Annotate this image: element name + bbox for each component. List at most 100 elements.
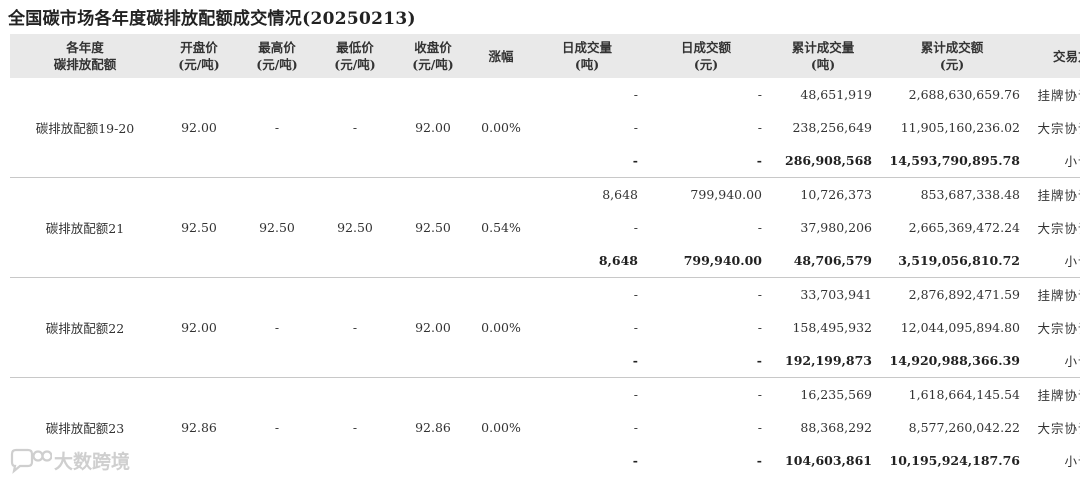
cumulative-amount: 14,920,988,366.39 xyxy=(878,344,1026,378)
cumulative-volume: 48,651,919 xyxy=(800,87,872,102)
quota-name: 碳排放配额22 xyxy=(10,277,160,378)
daily-amount: - xyxy=(644,144,768,178)
daily-volume: - xyxy=(633,120,638,135)
cumulative-volume: 10,726,373 xyxy=(800,187,872,202)
trade-mode: 小计 xyxy=(1026,144,1080,178)
cumulative-volume: 37,980,206 xyxy=(800,220,872,235)
cumulative-amount: 8,577,260,042.22 xyxy=(908,420,1020,435)
daily-amount: - xyxy=(757,87,762,102)
trade-mode: 大宗协议交易 xyxy=(1037,121,1080,136)
table-row: 碳排放配额21 92.50 92.50 92.50 92.50 0.54% 8,… xyxy=(10,177,1080,278)
trade-mode: 大宗协议交易 xyxy=(1037,321,1080,336)
daily-volume: - xyxy=(633,220,638,235)
header-change: 涨幅 xyxy=(472,34,530,78)
cumulative-amount: 2,876,892,471.59 xyxy=(908,287,1020,302)
cumulative-volume: 192,199,873 xyxy=(768,344,878,378)
daily-volume: - xyxy=(633,387,638,402)
high-price: - xyxy=(274,420,280,435)
table-row: 碳排放配额19-20 92.00 - - 92.00 0.00% - - 48,… xyxy=(10,78,1080,178)
open-price: 92.50 xyxy=(160,177,238,278)
header-close-price: 收盘价 (元/吨) xyxy=(394,34,472,78)
daily-volume: - xyxy=(530,344,644,378)
header-trade-mode: 交易方式 xyxy=(1026,34,1080,78)
daily-volume: - xyxy=(633,287,638,302)
cumulative-volume: 88,368,292 xyxy=(800,420,872,435)
cumulative-amount: 10,195,924,187.76 xyxy=(889,453,1020,468)
header-cumulative-amount: 累计成交额 (元) xyxy=(878,34,1026,78)
trade-mode: 挂牌协议交易 xyxy=(1037,88,1080,103)
daily-amount: - xyxy=(644,344,768,378)
daily-volume: - xyxy=(530,144,644,178)
daily-amount: - xyxy=(757,320,762,335)
table-row: 碳排放配额23 92.86 - - 92.86 0.00% - - 16,235… xyxy=(10,378,1080,436)
daily-volume: - xyxy=(633,87,638,102)
header-cumulative-volume: 累计成交量 (吨) xyxy=(768,34,878,78)
cumulative-amount: 2,688,630,659.76 xyxy=(908,87,1020,102)
high-price: - xyxy=(238,78,316,178)
daily-amount: - xyxy=(757,387,762,402)
daily-volume: 8,648 xyxy=(602,187,638,202)
page-title: 全国碳市场各年度碳排放配额成交情况(20250213) xyxy=(8,9,416,29)
change-pct: 0.54% xyxy=(472,177,530,278)
header-high-price: 最高价 (元/吨) xyxy=(238,34,316,78)
high-price: - xyxy=(238,277,316,378)
cumulative-amount: 853,687,338.48 xyxy=(920,187,1020,202)
cumulative-volume: 33,703,941 xyxy=(800,287,872,302)
open-price: 92.00 xyxy=(160,277,238,378)
cumulative-amount: 3,519,056,810.72 xyxy=(878,244,1026,278)
close-price: 92.86 xyxy=(415,420,451,435)
quota-name: 碳排放配额21 xyxy=(10,177,160,278)
trade-mode: 挂牌协议交易 xyxy=(1037,188,1080,203)
header-quota-year: 各年度 碳排放配额 xyxy=(10,34,160,78)
trade-mode: 小计 xyxy=(1026,244,1080,278)
daily-amount: - xyxy=(757,220,762,235)
daily-amount: 799,940.00 xyxy=(644,244,768,278)
cumulative-volume: 158,495,932 xyxy=(792,320,872,335)
daily-amount: 799,940.00 xyxy=(690,187,762,202)
daily-volume: 8,648 xyxy=(530,244,644,278)
low-price: - xyxy=(352,420,358,435)
cumulative-volume: 104,603,861 xyxy=(785,453,872,468)
header-open-price: 开盘价 (元/吨) xyxy=(160,34,238,78)
change-pct: 0.00% xyxy=(472,277,530,378)
low-price: - xyxy=(316,78,394,178)
trade-mode: 挂牌协议交易 xyxy=(1037,388,1080,403)
change-pct: 0.00% xyxy=(472,78,530,178)
daily-amount: - xyxy=(757,120,762,135)
trade-mode: 小计 xyxy=(1064,454,1080,469)
cumulative-volume: 48,706,579 xyxy=(768,244,878,278)
quota-name: 碳排放配额19-20 xyxy=(10,78,160,178)
header-low-price: 最低价 (元/吨) xyxy=(316,34,394,78)
high-price: 92.50 xyxy=(238,177,316,278)
cumulative-amount: 11,905,160,236.02 xyxy=(900,120,1020,135)
carbon-quota-table: 各年度 碳排放配额 开盘价 (元/吨) 最高价 (元/吨) 最低价 (元/吨) 收盘价(… xyxy=(10,34,1080,477)
daily-amount: - xyxy=(757,287,762,302)
change-pct: 0.00% xyxy=(481,420,521,435)
close-price: 92.00 xyxy=(394,78,472,178)
trade-mode: 小计 xyxy=(1026,344,1080,378)
trade-mode: 大宗协议交易 xyxy=(1037,421,1080,436)
daily-amount: - xyxy=(756,453,762,468)
table-row: 碳排放配额22 92.00 - - 92.00 0.00% - - 33,703… xyxy=(10,277,1080,378)
daily-amount: - xyxy=(757,420,762,435)
cumulative-volume: 16,235,569 xyxy=(800,387,872,402)
close-price: 92.50 xyxy=(394,177,472,278)
daily-volume: - xyxy=(633,320,638,335)
daily-volume: - xyxy=(632,453,638,468)
close-price: 92.00 xyxy=(394,277,472,378)
header-daily-amount: 日成交额 (元) xyxy=(644,34,768,78)
table-header: 各年度 碳排放配额 开盘价 (元/吨) 最高价 (元/吨) 最低价 (元/吨) 收盘价(… xyxy=(10,34,1080,78)
cumulative-amount: 2,665,369,472.24 xyxy=(908,220,1020,235)
cumulative-volume: 286,908,568 xyxy=(768,144,878,178)
quota-name: 碳排放配额23 xyxy=(45,421,125,436)
trade-mode: 挂牌协议交易 xyxy=(1037,288,1080,303)
cumulative-amount: 14,593,790,895.78 xyxy=(878,144,1026,178)
cumulative-amount: 1,618,664,145.54 xyxy=(908,387,1020,402)
header-daily-volume: 日成交量 (吨) xyxy=(530,34,644,78)
open-price: 92.86 xyxy=(181,420,217,435)
cumulative-volume: 238,256,649 xyxy=(792,120,872,135)
low-price: - xyxy=(316,277,394,378)
open-price: 92.00 xyxy=(160,78,238,178)
low-price: 92.50 xyxy=(316,177,394,278)
cumulative-amount: 12,044,095,894.80 xyxy=(900,320,1020,335)
